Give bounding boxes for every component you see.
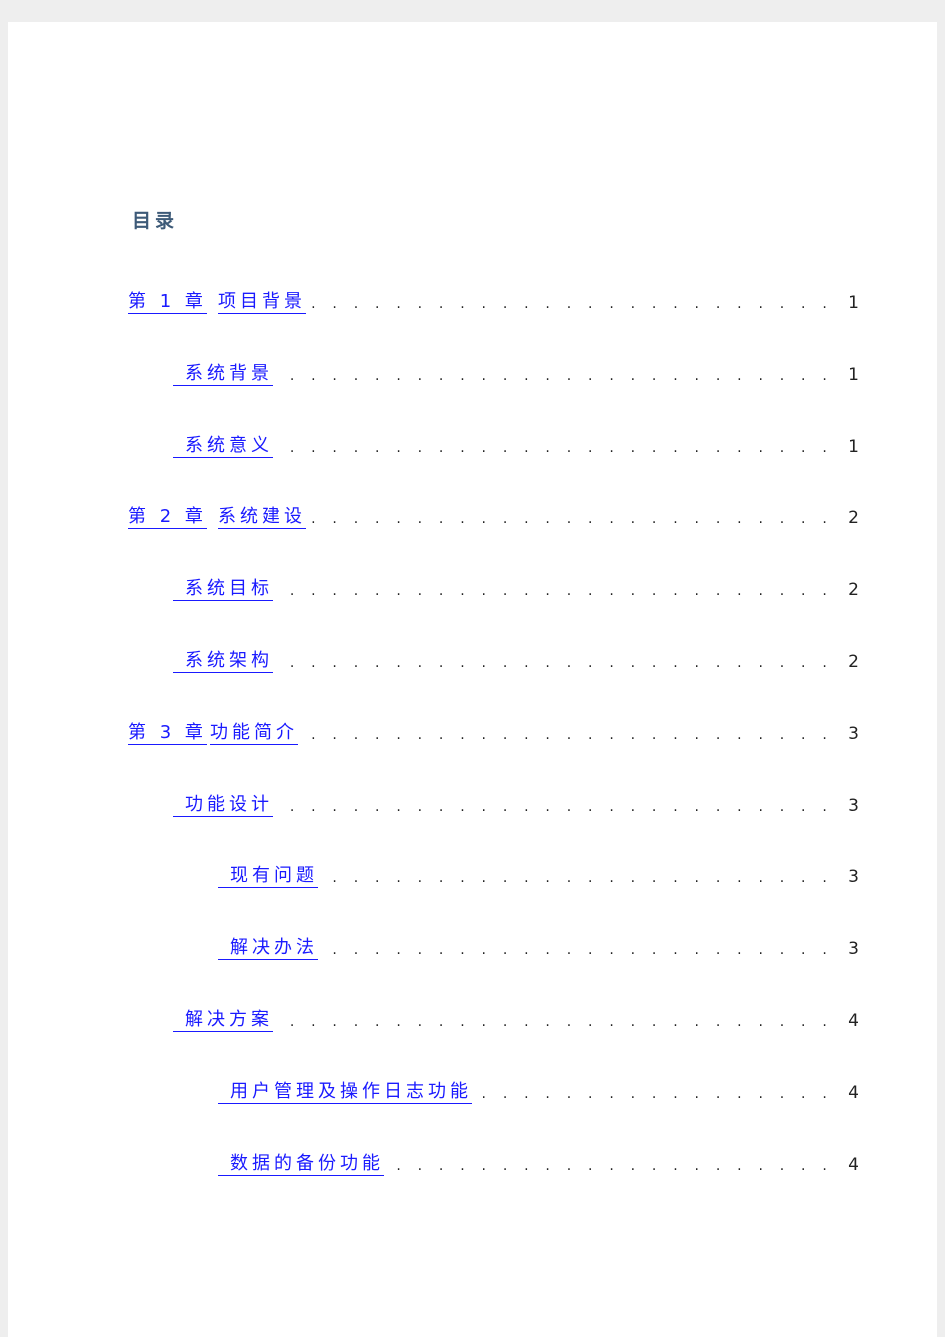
toc-entry-link[interactable]: 系统背景 — [173, 363, 273, 386]
dot-leader: . . . . . . . . . . . . . . . . . . . . … — [476, 1085, 833, 1102]
dot-leader: . . . . . . . . . . . . . . . . . . . . … — [277, 583, 833, 600]
toc-entry-link[interactable]: 系统意义 — [173, 435, 273, 458]
page-number: 2 — [848, 508, 859, 529]
toc-chapter-link[interactable]: 第 2 章 — [128, 506, 207, 530]
toc-entry: 第 2 章系统建设. . . . . . . . . . . . . . . .… — [8, 505, 937, 533]
page-number: 4 — [848, 1011, 859, 1031]
dot-leader: . . . . . . . . . . . . . . . . . . . . … — [322, 942, 833, 959]
toc-entry: 功能设计. . . . . . . . . . . . . . . . . . … — [8, 793, 937, 821]
toc-entry-link[interactable]: 用户管理及操作日志功能 — [218, 1081, 472, 1104]
page-number: 1 — [848, 436, 859, 457]
toc-entry: 系统背景. . . . . . . . . . . . . . . . . . … — [8, 362, 937, 390]
toc-entry: 第 1 章项目背景. . . . . . . . . . . . . . . .… — [8, 290, 937, 318]
toc-entry: 系统架构. . . . . . . . . . . . . . . . . . … — [8, 649, 937, 677]
page-number: 1 — [848, 293, 859, 313]
dot-leader: . . . . . . . . . . . . . . . . . . . . … — [277, 439, 833, 456]
toc-entry-link[interactable]: 解决办法 — [218, 937, 318, 961]
page-number: 4 — [848, 1154, 859, 1175]
dot-leader: . . . . . . . . . . . . . . . . . . . . … — [277, 367, 833, 384]
toc-chapter-link[interactable]: 第 3 章 — [128, 722, 207, 745]
toc-entry: 解决办法. . . . . . . . . . . . . . . . . . … — [8, 936, 937, 964]
dot-leader: . . . . . . . . . . . . . . . . . . . . … — [277, 798, 833, 815]
page-number: 1 — [848, 364, 859, 385]
page-number: 3 — [848, 723, 859, 744]
page-number: 4 — [848, 1082, 859, 1103]
dot-leader: . . . . . . . . . . . . . . . . . . . . … — [277, 1014, 833, 1030]
toc-entry-link[interactable]: 现有问题 — [218, 865, 318, 889]
toc-entry-link[interactable]: 系统建设 — [218, 506, 306, 530]
dot-leader: . . . . . . . . . . . . . . . . . . . . … — [302, 726, 833, 743]
toc-entry-link[interactable]: 系统目标 — [173, 578, 273, 602]
toc-entry: 解决方案. . . . . . . . . . . . . . . . . . … — [8, 1008, 937, 1036]
dot-leader: . . . . . . . . . . . . . . . . . . . . … — [388, 1157, 833, 1174]
page-number: 3 — [848, 795, 859, 816]
toc-entry: 现有问题. . . . . . . . . . . . . . . . . . … — [8, 864, 937, 892]
toc-title: 目录 — [132, 210, 179, 232]
dot-leader: . . . . . . . . . . . . . . . . . . . . … — [310, 296, 833, 312]
toc-entry-link[interactable]: 功能简介 — [210, 722, 298, 745]
page-number: 2 — [848, 580, 859, 601]
toc-entry: 第 3 章功能简介. . . . . . . . . . . . . . . .… — [8, 721, 937, 749]
toc-entry: 系统目标. . . . . . . . . . . . . . . . . . … — [8, 577, 937, 605]
toc-entry: 系统意义. . . . . . . . . . . . . . . . . . … — [8, 434, 937, 462]
toc-entry-link[interactable]: 功能设计 — [173, 794, 273, 817]
toc-entry: 数据的备份功能. . . . . . . . . . . . . . . . .… — [8, 1152, 937, 1180]
dot-leader: . . . . . . . . . . . . . . . . . . . . … — [322, 870, 833, 887]
dot-leader: . . . . . . . . . . . . . . . . . . . . … — [277, 655, 833, 671]
document-page: 目录 第 1 章项目背景. . . . . . . . . . . . . . … — [8, 22, 937, 1337]
toc-entry-link[interactable]: 系统架构 — [173, 650, 273, 673]
dot-leader: . . . . . . . . . . . . . . . . . . . . … — [310, 511, 833, 528]
toc-entry: 用户管理及操作日志功能. . . . . . . . . . . . . . .… — [8, 1080, 937, 1108]
toc-entry-link[interactable]: 数据的备份功能 — [218, 1153, 384, 1176]
toc-entry-link[interactable]: 解决方案 — [173, 1009, 273, 1032]
toc-entry-link[interactable]: 项目背景 — [218, 291, 306, 314]
page-number: 2 — [848, 652, 859, 672]
page-number: 3 — [848, 939, 859, 960]
toc-chapter-link[interactable]: 第 1 章 — [128, 291, 207, 314]
page-number: 3 — [848, 867, 859, 888]
